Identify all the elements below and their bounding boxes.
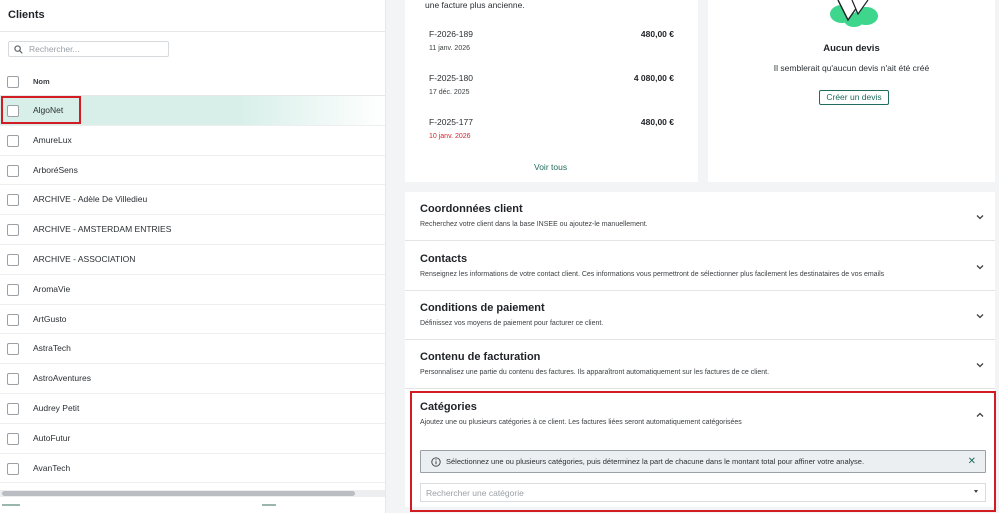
table-row[interactable]: ARCHIVE - ASSOCIATION bbox=[0, 245, 385, 275]
table-row[interactable]: AvanTech bbox=[0, 454, 385, 484]
row-checkbox[interactable] bbox=[7, 462, 19, 475]
section-description: Personnalisez une partie du contenu des … bbox=[420, 369, 770, 376]
section-client-details[interactable]: Coordonnées client Recherchez votre clie… bbox=[405, 192, 995, 241]
table-row[interactable]: AutoFutur bbox=[0, 424, 385, 454]
invoice-date: 11 janv. 2026 bbox=[429, 45, 470, 52]
client-name[interactable]: AmureLux bbox=[33, 135, 72, 145]
invoices-intro: une facture plus ancienne. bbox=[425, 0, 525, 10]
chevron-down-icon[interactable] bbox=[975, 360, 985, 370]
invoice-number[interactable]: F-2025-180 bbox=[429, 73, 473, 83]
client-name[interactable]: AromaVie bbox=[33, 284, 70, 294]
clients-table-header: Nom bbox=[0, 66, 385, 96]
client-name[interactable]: AutoFutur bbox=[33, 433, 70, 443]
no-quotes-title: Aucun devis bbox=[823, 43, 880, 54]
invoice-date: 17 déc. 2025 bbox=[429, 89, 470, 96]
table-row[interactable]: ARCHIVE - AMSTERDAM ENTRIES bbox=[0, 215, 385, 245]
section-description: Définissez vos moyens de paiement pour f… bbox=[420, 320, 604, 327]
invoice-amount: 480,00 € bbox=[640, 29, 674, 39]
horizontal-scrollbar-thumb[interactable] bbox=[2, 491, 355, 496]
section-payment-terms[interactable]: Conditions de paiement Définissez vos mo… bbox=[405, 291, 995, 340]
invoice-number[interactable]: F-2026-189 bbox=[429, 29, 473, 39]
section-title: Coordonnées client bbox=[420, 203, 523, 215]
chevron-down-icon[interactable] bbox=[975, 262, 985, 272]
empty-quotes-illustration-icon bbox=[830, 0, 878, 27]
table-row[interactable]: AstroAventures bbox=[0, 364, 385, 394]
row-checkbox[interactable] bbox=[7, 343, 19, 356]
invoice-item[interactable]: F-2025-177 10 janv. 2026 bbox=[429, 117, 473, 140]
clients-panel: Clients Rechercher... Nom AlgoNet AmureL… bbox=[0, 0, 386, 513]
row-checkbox[interactable] bbox=[7, 164, 19, 177]
invoice-item[interactable]: F-2025-180 17 déc. 2025 bbox=[429, 73, 473, 96]
client-name[interactable]: ArboréSens bbox=[33, 165, 78, 175]
section-contacts[interactable]: Contacts Renseignez les informations de … bbox=[405, 242, 995, 291]
no-quotes-subtitle: Il semblerait qu'aucun devis n'ait été c… bbox=[773, 63, 930, 73]
annotation-highlight-box bbox=[410, 391, 996, 512]
row-checkbox[interactable] bbox=[7, 224, 19, 237]
client-name[interactable]: ArtGusto bbox=[33, 314, 67, 324]
section-title: Conditions de paiement bbox=[420, 302, 545, 314]
row-checkbox[interactable] bbox=[7, 134, 19, 147]
client-name[interactable]: ARCHIVE - ASSOCIATION bbox=[33, 254, 135, 264]
clients-list: AlgoNet AmureLux ArboréSens ARCHIVE - Ad… bbox=[0, 96, 385, 484]
row-checkbox[interactable] bbox=[7, 253, 19, 266]
table-row[interactable]: AromaVie bbox=[0, 275, 385, 305]
chevron-down-icon[interactable] bbox=[975, 212, 985, 222]
row-checkbox[interactable] bbox=[7, 283, 19, 296]
row-checkbox[interactable] bbox=[7, 402, 19, 415]
create-quote-button[interactable]: Créer un devis bbox=[819, 90, 889, 105]
section-billing-content[interactable]: Contenu de facturation Personnalisez une… bbox=[405, 340, 995, 389]
chevron-down-icon[interactable] bbox=[975, 311, 985, 321]
invoice-number[interactable]: F-2025-177 bbox=[429, 117, 473, 127]
client-name[interactable]: ARCHIVE - AMSTERDAM ENTRIES bbox=[33, 224, 171, 234]
table-row[interactable]: AmureLux bbox=[0, 126, 385, 156]
divider bbox=[0, 31, 385, 32]
clients-search-input[interactable]: Rechercher... bbox=[8, 41, 169, 57]
clients-panel-title: Clients bbox=[8, 9, 45, 21]
search-placeholder: Rechercher... bbox=[29, 44, 80, 54]
invoice-date-overdue: 10 janv. 2026 bbox=[429, 133, 471, 140]
see-all-invoices-link[interactable]: Voir tous bbox=[534, 162, 567, 172]
table-row[interactable]: ArboréSens bbox=[0, 156, 385, 186]
pagination-marker bbox=[2, 504, 20, 506]
section-description: Renseignez les informations de votre con… bbox=[420, 271, 885, 278]
invoice-amount: 4 080,00 € bbox=[633, 73, 674, 83]
client-name[interactable]: AstroAventures bbox=[33, 373, 91, 383]
pagination-marker bbox=[262, 504, 276, 506]
row-checkbox[interactable] bbox=[7, 373, 19, 386]
invoice-amount: 480,00 € bbox=[640, 117, 674, 127]
search-icon bbox=[14, 44, 23, 54]
select-all-checkbox[interactable] bbox=[7, 76, 19, 88]
table-row[interactable]: Audrey Petit bbox=[0, 394, 385, 424]
row-checkbox[interactable] bbox=[7, 432, 19, 445]
row-checkbox[interactable] bbox=[7, 194, 19, 207]
client-name[interactable]: ARCHIVE - Adèle De Villedieu bbox=[33, 194, 147, 204]
column-header-name[interactable]: Nom bbox=[33, 77, 50, 86]
table-row[interactable]: ArtGusto bbox=[0, 305, 385, 335]
client-name[interactable]: AstraTech bbox=[33, 343, 71, 353]
section-title: Contenu de facturation bbox=[420, 351, 541, 363]
table-row[interactable]: AstraTech bbox=[0, 334, 385, 365]
annotation-highlight-box bbox=[1, 96, 81, 124]
row-checkbox[interactable] bbox=[7, 313, 19, 326]
table-row[interactable]: ARCHIVE - Adèle De Villedieu bbox=[0, 185, 385, 216]
invoice-item[interactable]: F-2026-189 11 janv. 2026 bbox=[429, 29, 473, 52]
section-title: Contacts bbox=[420, 253, 468, 265]
client-name[interactable]: AvanTech bbox=[33, 463, 70, 473]
client-name[interactable]: Audrey Petit bbox=[33, 403, 79, 413]
section-description: Recherchez votre client dans la base INS… bbox=[420, 221, 648, 228]
